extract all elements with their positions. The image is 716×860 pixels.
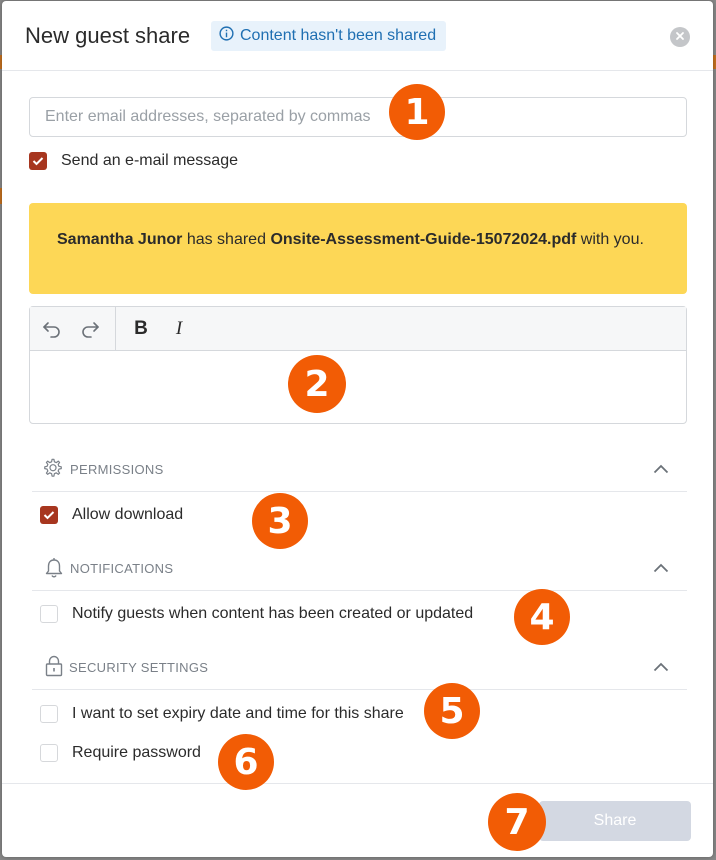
undo-icon — [43, 321, 60, 338]
shared-suffix: with you. — [580, 231, 644, 248]
annotation-marker: 3 — [252, 493, 308, 549]
bell-icon — [44, 557, 64, 584]
redo-button[interactable] — [71, 310, 109, 348]
message-editor: B I — [29, 306, 687, 424]
expiry-row: I want to set expiry date and time for t… — [40, 705, 404, 723]
send-email-row: Send an e-mail message — [29, 152, 238, 170]
redo-icon — [82, 321, 99, 338]
check-icon — [32, 157, 44, 166]
gear-icon — [42, 457, 64, 484]
chevron-up-icon[interactable] — [653, 659, 669, 677]
dialog-header: New guest share Content hasn't been shar… — [2, 1, 713, 71]
chevron-up-icon[interactable] — [653, 461, 669, 479]
require-password-checkbox[interactable] — [40, 744, 58, 762]
annotation-marker: 6 — [218, 734, 274, 790]
annotation-marker: 5 — [424, 683, 480, 739]
notifications-section-header[interactable]: NOTIFICATIONS — [32, 546, 687, 591]
shared-verb: has shared — [186, 231, 266, 248]
undo-button[interactable] — [33, 310, 71, 348]
annotation-marker: 7 — [488, 793, 546, 851]
italic-button[interactable]: I — [160, 310, 198, 348]
email-addresses-input[interactable] — [29, 97, 687, 137]
bold-button[interactable]: B — [122, 310, 160, 348]
share-button[interactable]: Share — [539, 801, 691, 841]
send-email-label: Send an e-mail message — [61, 152, 238, 169]
toolbar-divider — [115, 307, 116, 350]
annotation-marker: 1 — [389, 84, 445, 140]
expiry-checkbox[interactable] — [40, 705, 58, 723]
message-text-area[interactable] — [30, 351, 686, 424]
notify-guests-row: Notify guests when content has been crea… — [40, 605, 473, 623]
allow-download-row: Allow download — [40, 506, 183, 524]
send-email-checkbox[interactable] — [29, 152, 47, 170]
allow-download-label: Allow download — [72, 506, 184, 523]
annotation-marker: 2 — [288, 355, 346, 413]
dialog-title: New guest share — [25, 23, 191, 48]
guest-share-dialog: New guest share Content hasn't been shar… — [2, 1, 713, 857]
annotation-marker: 4 — [514, 589, 570, 645]
permissions-section-header[interactable]: PERMISSIONS — [32, 447, 687, 492]
expiry-label: I want to set expiry date and time for t… — [72, 705, 404, 722]
lock-icon — [45, 655, 63, 682]
shared-file-name: Onsite-Assessment-Guide-15072024.pdf — [270, 231, 577, 248]
permissions-title: PERMISSIONS — [70, 461, 164, 477]
message-preview-banner: Samantha Junor has shared Onsite-Assessm… — [29, 203, 687, 294]
info-icon — [219, 26, 234, 46]
chevron-up-icon[interactable] — [653, 560, 669, 578]
sender-name: Samantha Junor — [57, 231, 183, 248]
notifications-title: NOTIFICATIONS — [70, 560, 174, 576]
editor-toolbar: B I — [30, 307, 686, 351]
notify-guests-checkbox[interactable] — [40, 605, 58, 623]
share-status-text: Content hasn't been shared — [240, 27, 437, 44]
close-icon — [675, 28, 685, 46]
security-title: SECURITY SETTINGS — [69, 659, 209, 675]
allow-download-checkbox[interactable] — [40, 506, 58, 524]
require-password-label: Require password — [72, 744, 201, 761]
share-status-badge: Content hasn't been shared — [211, 21, 447, 51]
bold-icon: B — [134, 317, 148, 339]
close-button[interactable] — [670, 27, 690, 47]
security-section-header[interactable]: SECURITY SETTINGS — [32, 645, 687, 690]
notify-guests-label: Notify guests when content has been crea… — [72, 605, 474, 622]
password-row: Require password — [40, 744, 201, 762]
italic-icon: I — [175, 317, 183, 339]
check-icon — [43, 511, 55, 520]
